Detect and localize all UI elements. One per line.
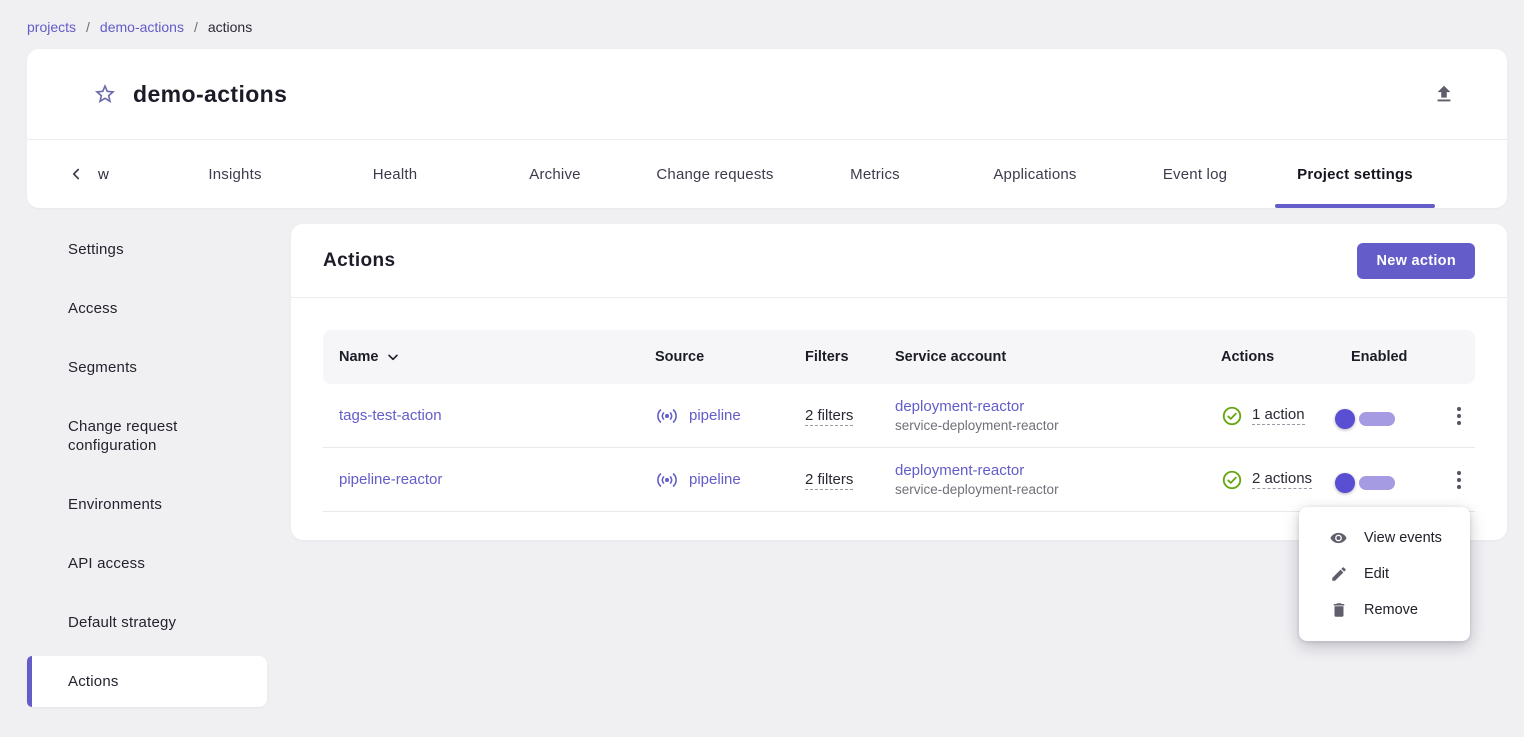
trash-icon	[1329, 601, 1348, 619]
menu-item-label: Remove	[1364, 602, 1418, 618]
sidebar-item-environments[interactable]: Environments	[27, 479, 267, 530]
check-circle-icon	[1221, 469, 1243, 491]
tab-change-requests[interactable]: Change requests	[635, 140, 795, 208]
column-header-service-account[interactable]: Service account	[879, 349, 1205, 365]
row-actions-menu: View events Edit Remove	[1299, 507, 1470, 641]
sidebar-item-default-strategy[interactable]: Default strategy	[27, 597, 267, 648]
row-menu-kebab-icon[interactable]	[1451, 465, 1467, 495]
panel-title: Actions	[323, 250, 395, 272]
sort-desc-icon	[385, 349, 401, 365]
service-account-id: service-deployment-reactor	[895, 418, 1205, 433]
row-menu-kebab-icon[interactable]	[1451, 401, 1467, 431]
action-name-link[interactable]: pipeline-reactor	[339, 471, 442, 488]
project-header-card: demo-actions w Insights Health Archive C…	[27, 49, 1507, 208]
service-account-link[interactable]: deployment-reactor	[895, 462, 1205, 479]
cell-service-account: deployment-reactor service-deployment-re…	[879, 398, 1205, 433]
table-row: pipeline-reactor pipeline	[323, 448, 1475, 512]
sidebar-item-actions[interactable]: Actions	[27, 656, 267, 707]
signal-icon	[655, 408, 679, 424]
breadcrumb-link-demo-actions[interactable]: demo-actions	[100, 19, 184, 35]
breadcrumb-separator: /	[194, 19, 198, 35]
table-row: tags-test-action pipeline	[323, 384, 1475, 448]
column-header-filters[interactable]: Filters	[789, 349, 879, 365]
tab-overview-clipped[interactable]: w	[98, 166, 109, 183]
table-header-row: Name Source Filters Service account Acti…	[323, 330, 1475, 384]
breadcrumb-current: actions	[208, 19, 252, 35]
tabs-scroll-left-button[interactable]	[67, 165, 85, 183]
cell-actions: 2 actions	[1205, 469, 1335, 491]
filters-count[interactable]: 2 filters	[805, 471, 853, 490]
settings-sidebar: Settings Access Segments Change request …	[27, 224, 267, 715]
column-header-enabled[interactable]: Enabled	[1335, 349, 1427, 365]
menu-item-view-events[interactable]: View events	[1299, 520, 1470, 556]
tab-archive[interactable]: Archive	[475, 140, 635, 208]
tab-insights[interactable]: Insights	[155, 140, 315, 208]
filters-count[interactable]: 2 filters	[805, 407, 853, 426]
tab-health[interactable]: Health	[315, 140, 475, 208]
menu-item-label: View events	[1364, 530, 1442, 546]
menu-item-remove[interactable]: Remove	[1299, 592, 1470, 628]
export-icon[interactable]	[1429, 79, 1459, 109]
tab-project-settings[interactable]: Project settings	[1275, 140, 1435, 208]
cell-actions: 1 action	[1205, 405, 1335, 427]
source-link[interactable]: pipeline	[689, 407, 741, 424]
sidebar-item-segments[interactable]: Segments	[27, 342, 267, 393]
actions-count[interactable]: 2 actions	[1252, 470, 1312, 489]
action-name-link[interactable]: tags-test-action	[339, 407, 442, 424]
actions-panel-header: Actions New action	[291, 224, 1507, 298]
eye-icon	[1329, 528, 1348, 548]
tab-metrics[interactable]: Metrics	[795, 140, 955, 208]
tab-event-log[interactable]: Event log	[1115, 140, 1275, 208]
actions-count[interactable]: 1 action	[1252, 406, 1305, 425]
tab-overflow: w	[67, 140, 109, 208]
breadcrumb: projects / demo-actions / actions	[0, 0, 1524, 49]
content-area: Settings Access Segments Change request …	[0, 208, 1524, 715]
menu-item-edit[interactable]: Edit	[1299, 556, 1470, 592]
cell-source: pipeline	[639, 407, 789, 424]
page-title: demo-actions	[133, 81, 287, 108]
signal-icon	[655, 472, 679, 488]
pencil-icon	[1329, 565, 1348, 583]
column-header-name[interactable]: Name	[323, 349, 639, 365]
favorite-star-icon[interactable]	[93, 82, 117, 106]
column-header-source[interactable]: Source	[639, 349, 789, 365]
project-title-row: demo-actions	[27, 49, 1507, 139]
menu-item-label: Edit	[1364, 566, 1389, 582]
check-circle-icon	[1221, 405, 1243, 427]
breadcrumb-separator: /	[86, 19, 90, 35]
new-action-button[interactable]: New action	[1357, 243, 1475, 279]
actions-panel: Actions New action Name Source Filters S…	[291, 224, 1507, 540]
source-link[interactable]: pipeline	[689, 471, 741, 488]
column-header-actions[interactable]: Actions	[1205, 349, 1335, 365]
sidebar-item-api-access[interactable]: API access	[27, 538, 267, 589]
actions-table: Name Source Filters Service account Acti…	[291, 298, 1507, 540]
service-account-link[interactable]: deployment-reactor	[895, 398, 1205, 415]
tab-bar: w Insights Health Archive Change request…	[27, 139, 1507, 208]
tab-applications[interactable]: Applications	[955, 140, 1115, 208]
sidebar-item-change-request-configuration[interactable]: Change request configuration	[27, 401, 267, 471]
sidebar-item-access[interactable]: Access	[27, 283, 267, 334]
breadcrumb-link-projects[interactable]: projects	[27, 19, 76, 35]
sidebar-item-settings[interactable]: Settings	[27, 224, 267, 275]
cell-source: pipeline	[639, 471, 789, 488]
cell-service-account: deployment-reactor service-deployment-re…	[879, 462, 1205, 497]
page: projects / demo-actions / actions demo-a…	[0, 0, 1524, 737]
service-account-id: service-deployment-reactor	[895, 482, 1205, 497]
